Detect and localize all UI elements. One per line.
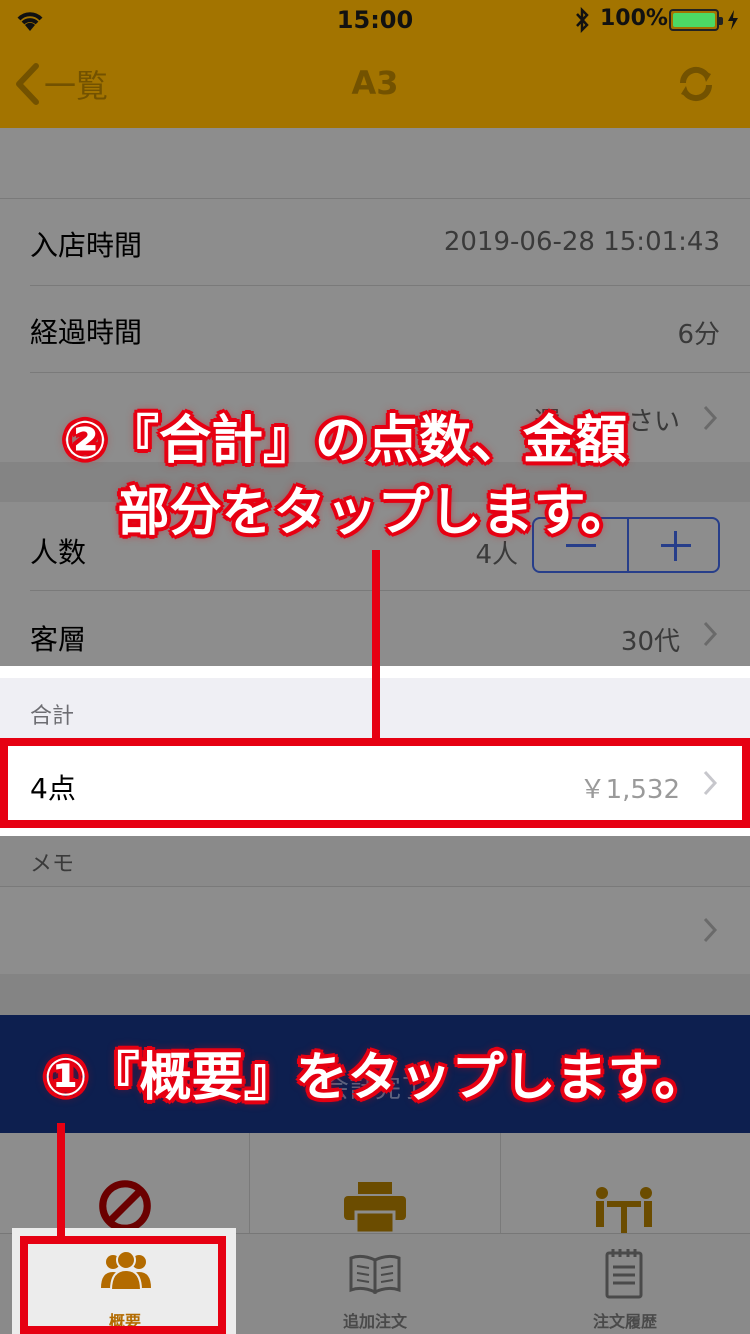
total-header-text: 合計 <box>30 704 75 729</box>
section-gap <box>0 974 750 1015</box>
printer-icon[interactable] <box>342 1182 408 1233</box>
tab-order-history-label: 注文履歴 <box>592 1312 657 1331</box>
prohibit-icon[interactable] <box>91 1179 159 1233</box>
tab-overview-highlight-box <box>20 1236 226 1334</box>
chevron-right-icon <box>703 621 718 647</box>
refresh-icon[interactable] <box>676 64 716 104</box>
memo-header: メモ <box>0 836 750 886</box>
entry-time-label: 入店時間 <box>30 229 143 262</box>
charging-icon <box>728 10 738 30</box>
table-seats-icon[interactable] <box>593 1185 655 1233</box>
memo-header-text: メモ <box>30 852 75 877</box>
status-bar: 15:00 100% <box>0 0 750 40</box>
battery-percent: 100% <box>600 6 668 31</box>
notepad-icon <box>605 1249 643 1299</box>
tab-additional-order-label: 追加注文 <box>342 1312 407 1331</box>
bluetooth-icon <box>576 7 589 33</box>
battery-icon <box>669 9 723 31</box>
elapsed-label: 経過時間 <box>30 316 143 349</box>
callout-step2-line1: ②『合計』の点数、金額 <box>62 411 628 471</box>
callout-step1: ①『概要』をタップします。 <box>43 1048 707 1108</box>
section-gap <box>0 128 750 198</box>
elapsed-value: 6分 <box>677 320 720 350</box>
customer-label: 客層 <box>30 623 87 656</box>
navigation-bar: 一覧 A3 <box>0 40 750 128</box>
entry-time-value: 2019-06-28 15:01:43 <box>443 227 720 257</box>
chevron-right-icon <box>703 917 718 943</box>
page-title: A3 <box>351 64 399 102</box>
callout-connector-line <box>372 550 380 740</box>
customer-value: 30代 <box>620 627 680 657</box>
callout-connector-line <box>57 1123 65 1240</box>
book-icon <box>349 1254 401 1294</box>
memo-row[interactable] <box>0 886 750 974</box>
callout-step2-line2: 部分をタップします。 <box>117 483 633 543</box>
total-highlight-box <box>0 738 750 828</box>
